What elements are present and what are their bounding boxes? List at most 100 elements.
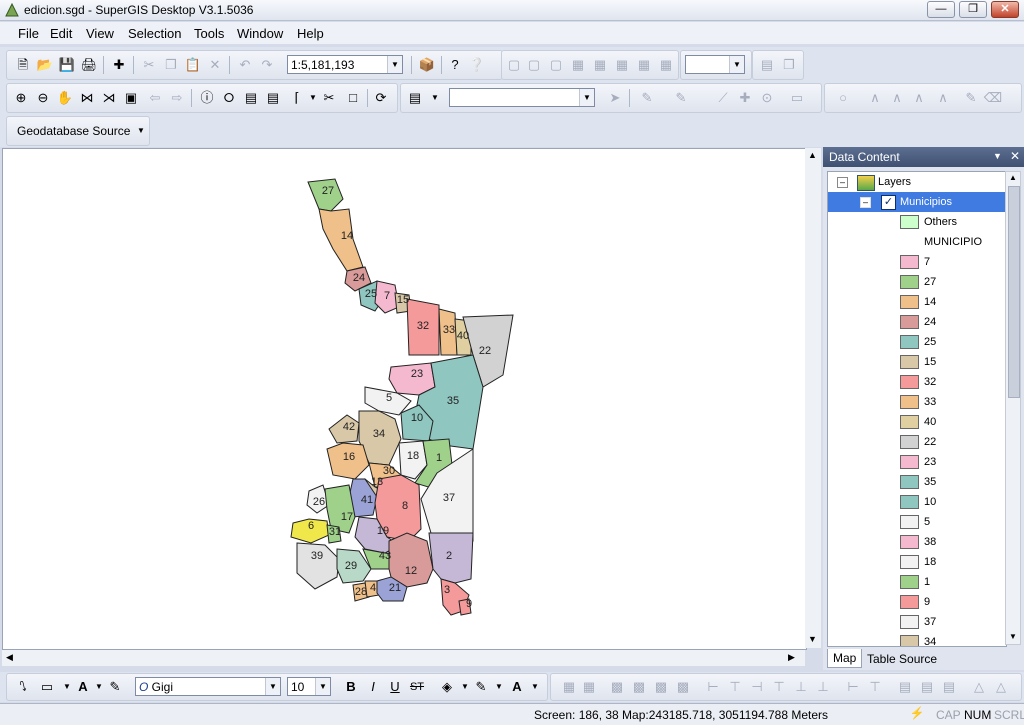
scroll-up-icon[interactable]: ▲ [808, 150, 817, 160]
panel-close-icon[interactable]: ✕ [1010, 149, 1020, 163]
cross-tool-icon[interactable]: ✚ [735, 88, 755, 108]
reshape-icon[interactable]: ∧ [909, 88, 929, 108]
line-color-icon[interactable]: ✎ [471, 677, 491, 697]
municipios-map[interactable]: 27142425 7 1532 33 40222335510423416 18301314… [3, 149, 806, 649]
layout-zoom-out-icon[interactable]: ▢ [524, 55, 544, 75]
rotate-right-icon[interactable]: △ [991, 677, 1011, 697]
map-horizontal-scrollbar[interactable]: ◀ ▶ [2, 650, 805, 666]
copy-icon[interactable]: ❐ [161, 55, 181, 75]
rotate-left-icon[interactable]: △ [969, 677, 989, 697]
panel-menu-icon[interactable]: ▼ [993, 151, 1002, 161]
full-extent-icon[interactable]: ▣ [121, 88, 141, 108]
layout-back-icon[interactable]: ▦ [656, 55, 676, 75]
layer-row-municipios[interactable]: – ✓ Municipios [828, 192, 1006, 212]
chevron-down-icon[interactable]: ▼ [525, 677, 545, 697]
split-icon[interactable]: ∧ [865, 88, 885, 108]
circle-icon[interactable]: ○ [833, 88, 853, 108]
minimize-button[interactable]: — [927, 1, 955, 18]
menu-file[interactable]: File [18, 26, 39, 41]
ungroup-icon[interactable]: ▦ [579, 677, 599, 697]
menu-edit[interactable]: Edit [50, 26, 72, 41]
refresh-icon[interactable]: ⟳ [371, 88, 391, 108]
menu-selection[interactable]: Selection [128, 26, 181, 41]
editor-menu-icon[interactable]: ▤ [405, 88, 425, 108]
scroll-up-icon[interactable]: ▲ [1009, 173, 1017, 182]
underline-icon[interactable]: U [385, 677, 405, 697]
map-view[interactable]: 27 14 24 25 7 15 32 33 40 22 23 35 5 10 42 34 16 18 30 13 1 4… [2, 148, 807, 650]
paint-icon[interactable]: ✎ [961, 88, 981, 108]
layer-tree-scrollbar[interactable]: ▲ ▼ [1005, 171, 1021, 645]
layout-scale-combo[interactable]: ▼ [685, 55, 745, 74]
target-layer-combo[interactable]: ▼ [449, 88, 595, 107]
menu-view[interactable]: View [86, 26, 114, 41]
merge-icon[interactable]: ∧ [887, 88, 907, 108]
align-left-icon[interactable]: ⊢ [703, 677, 723, 697]
geodatabase-source-label[interactable]: Geodatabase Source [17, 124, 130, 138]
chevron-down-icon[interactable]: ▼ [579, 89, 594, 106]
menu-window[interactable]: Window [237, 26, 283, 41]
line-tool-icon[interactable]: ⟋ [713, 88, 733, 108]
layout-fixed-zoom-out-icon[interactable]: ▦ [612, 55, 632, 75]
font-size-combo[interactable]: 10 ▼ [287, 677, 331, 696]
context-help-icon[interactable]: ❔ [467, 55, 487, 75]
bring-front-icon[interactable]: ▩ [607, 677, 627, 697]
chevron-down-icon[interactable]: ▼ [425, 88, 445, 108]
go-to-xy-icon[interactable]: □ [343, 88, 363, 108]
zoom-out-icon[interactable]: ⊖ [33, 88, 53, 108]
fixed-zoom-in-icon[interactable]: ⋈ [77, 88, 97, 108]
edit-vertices-icon[interactable]: ✎ [105, 677, 125, 697]
layout-pan-icon[interactable]: ▢ [546, 55, 566, 75]
open-folder-icon[interactable]: 📂 [35, 55, 55, 75]
new-file-icon[interactable]: 🗎 [13, 55, 33, 75]
delete-icon[interactable]: ✕ [205, 55, 225, 75]
pan-hand-icon[interactable]: ✋ [55, 88, 75, 108]
chevron-down-icon[interactable]: ▼ [137, 126, 145, 135]
layer-name[interactable]: Municipios [900, 192, 952, 212]
collapse-icon[interactable]: – [837, 177, 848, 188]
map-tips-icon[interactable]: ▤ [241, 88, 261, 108]
fixed-zoom-out-icon[interactable]: ⋊ [99, 88, 119, 108]
align-top-icon[interactable]: ⊤ [769, 677, 789, 697]
cut-icon[interactable]: ✂ [139, 55, 159, 75]
bring-forward-icon[interactable]: ▩ [651, 677, 671, 697]
tab-map[interactable]: Map [827, 649, 863, 668]
scroll-thumb[interactable] [1008, 186, 1020, 398]
restore-button[interactable]: ❐ [959, 1, 987, 18]
copy-layout-icon[interactable]: ❐ [779, 55, 799, 75]
eraser-icon[interactable]: ⌫ [983, 88, 1003, 108]
snap-icon[interactable]: ∧ [933, 88, 953, 108]
pencil-tool-icon[interactable]: ✎ [671, 88, 691, 108]
send-backward-icon[interactable]: ▩ [673, 677, 693, 697]
identify-icon[interactable]: ⓘ [197, 88, 217, 108]
select-pointer-icon[interactable]: ⭛ [13, 677, 33, 697]
sketch-tool-icon[interactable]: ✎ [637, 88, 657, 108]
redo-icon[interactable]: ↷ [257, 55, 277, 75]
hyperlink-icon[interactable]: ▤ [263, 88, 283, 108]
distribute-v-icon[interactable]: ⊤ [865, 677, 885, 697]
collapse-icon[interactable]: – [860, 197, 871, 208]
make-same-height-icon[interactable]: ▤ [917, 677, 937, 697]
scale-combo[interactable]: 1:5,181,193 ▼ [287, 55, 403, 74]
font-color-icon[interactable]: A [507, 677, 527, 697]
scroll-down-icon[interactable]: ▼ [808, 634, 817, 644]
menu-tools[interactable]: Tools [194, 26, 224, 41]
layers-root-row[interactable]: – Layers [828, 172, 1006, 192]
save-icon[interactable]: 💾 [57, 55, 77, 75]
print-icon[interactable]: 🖨 [79, 55, 99, 75]
edit-tool-icon[interactable]: ➤ [605, 88, 625, 108]
zoom-in-icon[interactable]: ⊕ [11, 88, 31, 108]
map-vertical-scrollbar[interactable]: ▲ ▼ [805, 148, 821, 648]
layout-fixed-zoom-in-icon[interactable]: ▦ [590, 55, 610, 75]
layer-visibility-checkbox[interactable]: ✓ [881, 195, 896, 210]
layer-tree[interactable]: – Layers – ✓ Municipios Others MUNICIPIO… [827, 171, 1007, 647]
align-bottom-icon[interactable]: ⊥ [813, 677, 833, 697]
scroll-left-icon[interactable]: ◀ [6, 652, 13, 663]
find-icon[interactable]: ✂ [319, 88, 339, 108]
page-setup-icon[interactable]: ▤ [757, 55, 777, 75]
scroll-down-icon[interactable]: ▼ [1009, 632, 1017, 641]
help-icon[interactable]: ? [445, 55, 465, 75]
circle-point-icon[interactable]: ⊙ [757, 88, 777, 108]
forward-arrow-icon[interactable]: ⇨ [167, 88, 187, 108]
rectangle-icon[interactable]: ▭ [787, 88, 807, 108]
distribute-h-icon[interactable]: ⊢ [843, 677, 863, 697]
